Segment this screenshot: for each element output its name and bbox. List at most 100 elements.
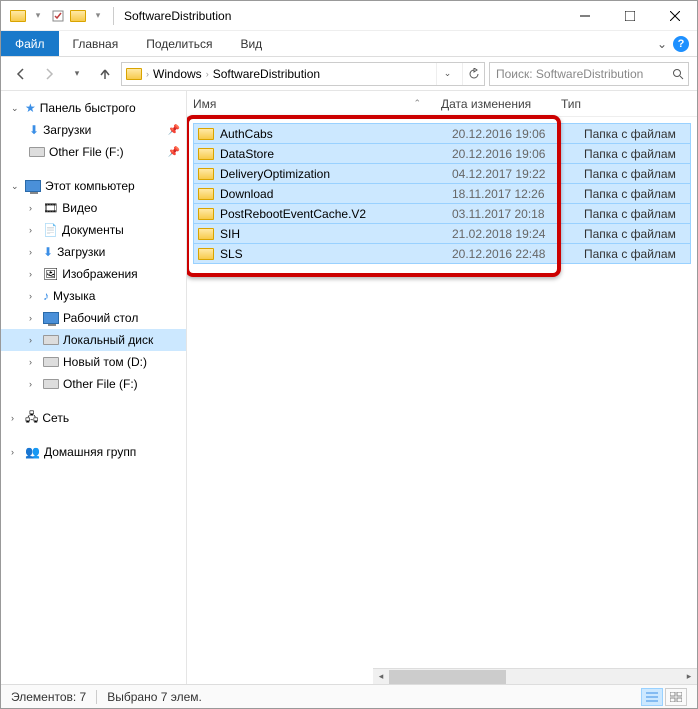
file-name: DeliveryOptimization (220, 167, 452, 181)
sidebar-item-pictures[interactable]: ›🖼Изображения (1, 263, 186, 285)
titlebar: ▾ ▾ SoftwareDistribution (1, 1, 697, 31)
tab-share[interactable]: Поделиться (132, 31, 226, 56)
table-row[interactable]: AuthCabs20.12.2016 19:06Папка с файлам (193, 123, 691, 144)
column-type[interactable]: Тип (561, 97, 697, 111)
sidebar-item-other-file[interactable]: Other File (F:) 📌 (1, 141, 186, 163)
downloads-icon: ⬇ (43, 245, 53, 259)
folder-icon (198, 168, 214, 180)
back-button[interactable] (9, 62, 33, 86)
breadcrumb-item[interactable]: Windows (153, 67, 202, 81)
file-date: 20.12.2016 19:06 (452, 147, 572, 161)
file-list[interactable]: AuthCabs20.12.2016 19:06Папка с файламDa… (187, 117, 697, 269)
sidebar-item-downloads[interactable]: ⬇ Загрузки 📌 (1, 119, 186, 141)
folder-icon (198, 148, 214, 160)
minimize-button[interactable] (562, 1, 607, 31)
drive-icon (43, 335, 59, 345)
pin-icon: 📌 (168, 147, 180, 158)
sidebar-label: Музыка (53, 289, 95, 303)
forward-button[interactable] (37, 62, 61, 86)
tab-view[interactable]: Вид (226, 31, 276, 56)
sidebar-label: Сеть (42, 411, 69, 425)
sidebar-quick-access[interactable]: ⌄ ★ Панель быстрого (1, 97, 186, 119)
view-icons-button[interactable] (665, 688, 687, 706)
sidebar-this-pc[interactable]: ⌄ Этот компьютер (1, 175, 186, 197)
address-dropdown[interactable]: ⌄ (436, 63, 458, 85)
column-headers[interactable]: Имя⌃ Дата изменения Тип (187, 91, 697, 117)
file-type: Папка с файлам (572, 147, 690, 161)
sidebar-item-new-volume[interactable]: ›Новый том (D:) (1, 351, 186, 373)
file-date: 21.02.2018 19:24 (452, 227, 572, 241)
file-name: SLS (220, 247, 452, 261)
separator (96, 690, 97, 704)
network-icon: 🖧 (25, 408, 38, 429)
breadcrumb-item[interactable]: SoftwareDistribution (213, 67, 320, 81)
file-type: Папка с файлам (572, 207, 690, 221)
video-icon: 🎞 (43, 201, 58, 215)
folder-icon (198, 188, 214, 200)
close-button[interactable] (652, 1, 697, 31)
table-row[interactable]: PostRebootEventCache.V203.11.2017 20:18П… (193, 203, 691, 224)
folder-icon (198, 128, 214, 140)
sidebar-label: Рабочий стол (63, 311, 138, 325)
table-row[interactable]: SLS20.12.2016 22:48Папка с файлам (193, 243, 691, 264)
refresh-button[interactable] (462, 63, 484, 85)
sidebar-item-other-file2[interactable]: ›Other File (F:) (1, 373, 186, 395)
folder-icon (198, 208, 214, 220)
view-details-button[interactable] (641, 688, 663, 706)
downloads-icon: ⬇ (29, 123, 39, 137)
tab-file[interactable]: Файл (1, 31, 59, 56)
file-type: Папка с файлам (572, 127, 690, 141)
music-icon: ♪ (43, 289, 49, 303)
column-name[interactable]: Имя⌃ (193, 97, 441, 111)
drive-icon (43, 379, 59, 389)
sidebar-item-videos[interactable]: ›🎞Видео (1, 197, 186, 219)
chevron-right-icon[interactable]: › (146, 69, 149, 79)
scroll-right-button[interactable]: ▸ (681, 669, 697, 685)
expander-icon[interactable]: ⌄ (11, 103, 21, 114)
recent-dropdown[interactable]: ▾ (65, 62, 89, 86)
drive-icon (29, 147, 45, 157)
sidebar-label: Панель быстрого (40, 101, 136, 115)
navbar: ▾ › Windows › SoftwareDistribution ⌄ Пои… (1, 57, 697, 91)
file-type: Папка с файлам (572, 247, 690, 261)
table-row[interactable]: DeliveryOptimization04.12.2017 19:22Папк… (193, 163, 691, 184)
qat-overflow-icon[interactable]: ▾ (89, 7, 107, 25)
table-row[interactable]: Download18.11.2017 12:26Папка с файлам (193, 183, 691, 204)
sidebar-item-documents[interactable]: ›📄Документы (1, 219, 186, 241)
search-input[interactable]: Поиск: SoftwareDistribution (489, 62, 689, 86)
ribbon-expand-icon[interactable]: ⌄ (657, 37, 667, 51)
help-icon[interactable]: ? (673, 36, 689, 52)
drive-icon (43, 357, 59, 367)
expander-icon[interactable]: ⌄ (11, 181, 21, 192)
table-row[interactable]: SIH21.02.2018 19:24Папка с файлам (193, 223, 691, 244)
qat-checkbox-icon[interactable] (49, 7, 67, 25)
sidebar-item-desktop[interactable]: ›Рабочий стол (1, 307, 186, 329)
up-button[interactable] (93, 62, 117, 86)
horizontal-scrollbar[interactable]: ◂ ▸ (373, 668, 697, 684)
table-row[interactable]: DataStore20.12.2016 19:06Папка с файлам (193, 143, 691, 164)
folder-icon-2 (69, 7, 87, 25)
sidebar-item-local-disk[interactable]: ›Локальный диск (1, 329, 186, 351)
sidebar-label: Other File (F:) (63, 377, 138, 391)
column-date[interactable]: Дата изменения (441, 97, 561, 111)
file-date: 03.11.2017 20:18 (452, 207, 572, 221)
chevron-right-icon[interactable]: › (206, 69, 209, 79)
search-icon[interactable] (672, 68, 684, 80)
qat-dropdown-icon[interactable]: ▾ (29, 7, 47, 25)
sidebar-label: Этот компьютер (45, 179, 135, 193)
sidebar-item-music[interactable]: ›♪Музыка (1, 285, 186, 307)
window-title: SoftwareDistribution (124, 9, 231, 23)
maximize-button[interactable] (607, 1, 652, 31)
documents-icon: 📄 (43, 223, 58, 237)
scroll-track[interactable] (389, 669, 681, 685)
file-type: Папка с файлам (572, 167, 690, 181)
address-bar[interactable]: › Windows › SoftwareDistribution ⌄ (121, 62, 485, 86)
sidebar-homegroup[interactable]: ›👥Домашняя групп (1, 441, 186, 463)
scroll-thumb[interactable] (389, 670, 506, 684)
status-selected: Выбрано 7 элем. (107, 690, 202, 704)
sidebar-item-downloads2[interactable]: ›⬇Загрузки (1, 241, 186, 263)
scroll-left-button[interactable]: ◂ (373, 669, 389, 685)
tab-home[interactable]: Главная (59, 31, 133, 56)
folder-icon (9, 7, 27, 25)
sidebar-network[interactable]: ›🖧Сеть (1, 407, 186, 429)
